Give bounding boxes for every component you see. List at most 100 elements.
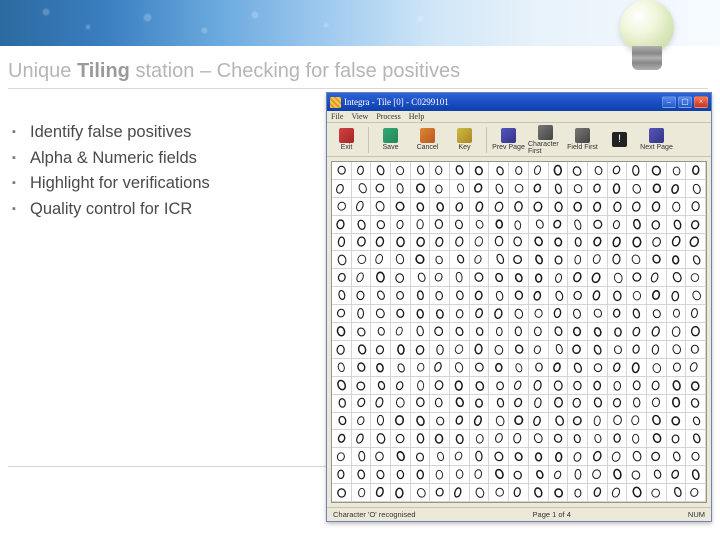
glyph-tile[interactable]	[549, 234, 569, 252]
glyph-tile[interactable]	[470, 269, 490, 287]
glyph-tile[interactable]	[549, 198, 569, 216]
glyph-tile[interactable]	[430, 484, 450, 502]
glyph-tile[interactable]	[332, 430, 352, 448]
glyph-tile[interactable]	[608, 484, 628, 502]
glyph-tile[interactable]	[470, 395, 490, 413]
glyph-tile[interactable]	[391, 269, 411, 287]
glyph-tile[interactable]	[352, 162, 372, 180]
glyph-tile[interactable]	[588, 323, 608, 341]
char-first-button[interactable]: Character First	[528, 125, 563, 155]
glyph-tile[interactable]	[627, 180, 647, 198]
glyph-tile[interactable]	[430, 448, 450, 466]
glyph-tile[interactable]	[686, 269, 706, 287]
glyph-tile[interactable]	[470, 180, 490, 198]
glyph-tile[interactable]	[509, 323, 529, 341]
glyph-tile[interactable]	[430, 341, 450, 359]
glyph-tile[interactable]	[588, 413, 608, 431]
glyph-tile[interactable]	[332, 162, 352, 180]
glyph-tile[interactable]	[371, 413, 391, 431]
glyph-tile[interactable]	[489, 448, 509, 466]
glyph-tile[interactable]	[352, 448, 372, 466]
glyph-tile[interactable]	[352, 341, 372, 359]
glyph-tile[interactable]	[332, 234, 352, 252]
field-first-button[interactable]: Field First	[565, 125, 600, 155]
glyph-tile[interactable]	[470, 198, 490, 216]
glyph-tile[interactable]	[450, 430, 470, 448]
glyph-tile[interactable]	[608, 251, 628, 269]
glyph-tile[interactable]	[352, 484, 372, 502]
glyph-tile[interactable]	[686, 430, 706, 448]
glyph-tile[interactable]	[509, 413, 529, 431]
glyph-tile[interactable]	[529, 466, 549, 484]
glyph-tile[interactable]	[529, 269, 549, 287]
save-button[interactable]: Save	[373, 125, 408, 155]
glyph-tile[interactable]	[509, 430, 529, 448]
glyph-tile[interactable]	[549, 359, 569, 377]
glyph-tile[interactable]	[391, 466, 411, 484]
glyph-tile[interactable]	[608, 216, 628, 234]
glyph-tile[interactable]	[568, 251, 588, 269]
glyph-tile[interactable]	[647, 162, 667, 180]
glyph-tile[interactable]	[608, 287, 628, 305]
glyph-tile[interactable]	[588, 448, 608, 466]
glyph-tile[interactable]	[332, 341, 352, 359]
glyph-tile[interactable]	[509, 395, 529, 413]
glyph-tile[interactable]	[686, 323, 706, 341]
glyph-tile[interactable]	[647, 234, 667, 252]
glyph-tile[interactable]	[489, 162, 509, 180]
glyph-tile[interactable]	[588, 341, 608, 359]
glyph-tile[interactable]	[588, 198, 608, 216]
glyph-tile[interactable]	[529, 359, 549, 377]
glyph-tile[interactable]	[608, 395, 628, 413]
glyph-tile[interactable]	[549, 269, 569, 287]
glyph-tile[interactable]	[489, 198, 509, 216]
glyph-tile[interactable]	[352, 305, 372, 323]
glyph-tile[interactable]	[529, 341, 549, 359]
glyph-tile[interactable]	[332, 305, 352, 323]
glyph-tile[interactable]	[371, 466, 391, 484]
glyph-tile[interactable]	[686, 287, 706, 305]
glyph-tile[interactable]	[371, 287, 391, 305]
glyph-tile[interactable]	[391, 359, 411, 377]
glyph-tile[interactable]	[332, 269, 352, 287]
glyph-tile[interactable]	[430, 359, 450, 377]
minimize-button[interactable]: –	[662, 96, 676, 108]
glyph-tile[interactable]	[489, 484, 509, 502]
glyph-tile[interactable]	[430, 234, 450, 252]
glyph-tile[interactable]	[647, 251, 667, 269]
glyph-tile[interactable]	[647, 377, 667, 395]
glyph-tile[interactable]	[588, 234, 608, 252]
glyph-tile[interactable]	[470, 323, 490, 341]
glyph-tile[interactable]	[588, 395, 608, 413]
glyph-tile[interactable]	[352, 234, 372, 252]
glyph-tile[interactable]	[470, 413, 490, 431]
glyph-tile[interactable]	[470, 341, 490, 359]
glyph-tile[interactable]	[627, 377, 647, 395]
glyph-tile[interactable]	[430, 251, 450, 269]
glyph-tile[interactable]	[549, 448, 569, 466]
glyph-tile[interactable]	[588, 359, 608, 377]
glyph-tile[interactable]	[391, 413, 411, 431]
glyph-tile[interactable]	[608, 413, 628, 431]
glyph-tile[interactable]	[529, 216, 549, 234]
glyph-tile[interactable]	[332, 359, 352, 377]
glyph-tile[interactable]	[568, 430, 588, 448]
glyph-tile[interactable]	[509, 305, 529, 323]
glyph-tile[interactable]	[608, 198, 628, 216]
glyph-tile[interactable]	[450, 305, 470, 323]
glyph-tile[interactable]	[411, 198, 431, 216]
glyph-tile[interactable]	[470, 430, 490, 448]
glyph-tile[interactable]	[430, 162, 450, 180]
glyph-tile[interactable]	[667, 448, 687, 466]
glyph-tile[interactable]	[411, 359, 431, 377]
glyph-tile[interactable]	[450, 180, 470, 198]
glyph-tile[interactable]	[568, 198, 588, 216]
glyph-tile[interactable]	[332, 466, 352, 484]
glyph-tile[interactable]	[509, 448, 529, 466]
glyph-tile[interactable]	[391, 484, 411, 502]
glyph-tile[interactable]	[470, 448, 490, 466]
glyph-tile[interactable]	[529, 251, 549, 269]
glyph-tile[interactable]	[529, 180, 549, 198]
glyph-tile[interactable]	[588, 287, 608, 305]
glyph-tile[interactable]	[411, 395, 431, 413]
